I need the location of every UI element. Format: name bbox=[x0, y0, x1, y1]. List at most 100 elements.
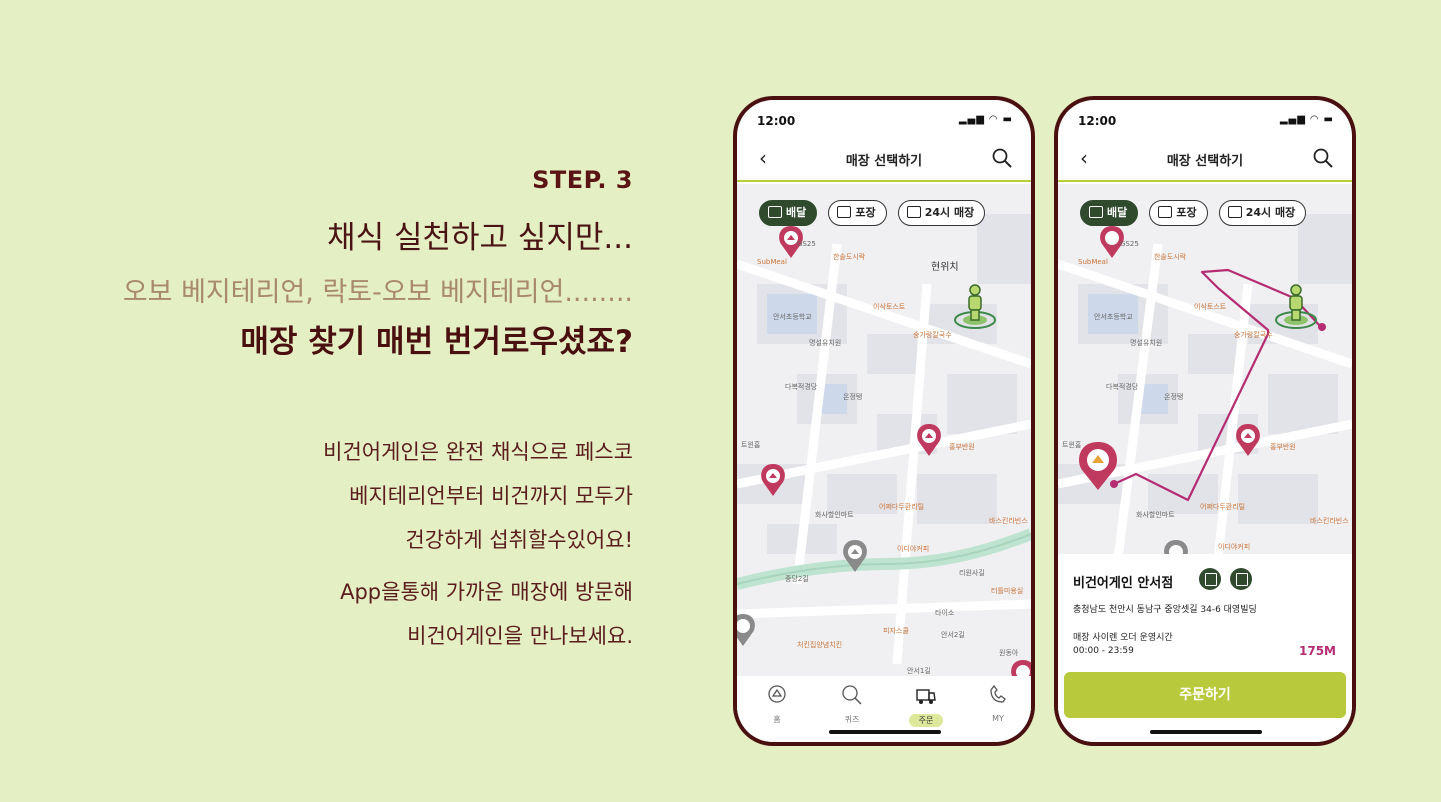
order-button[interactable]: 주문하기 bbox=[1064, 672, 1346, 718]
description-line: 베지테리언부터 비건까지 모두가 bbox=[349, 484, 633, 508]
chip-label: 포장 bbox=[1176, 206, 1197, 219]
store-distance: 175M bbox=[1299, 644, 1336, 658]
phone-screen: 12:00 ▂▄▆ ◠ ▬ ‹ 매장 선택하기 SubMeal 한솥도시락 GS… bbox=[1058, 100, 1352, 742]
map-label: 이삭토스트 bbox=[1194, 303, 1227, 311]
map-label: 이디야커피 bbox=[1218, 543, 1251, 551]
order-icon bbox=[916, 689, 936, 704]
chip-label: 포장 bbox=[855, 206, 876, 219]
tab-label: 주문 bbox=[909, 714, 943, 727]
map-label: 명설유치원 bbox=[809, 339, 842, 347]
map-label: 다복적경당 bbox=[1106, 383, 1139, 391]
tab-home[interactable]: 홈 bbox=[752, 684, 802, 725]
map-label: SubMeal bbox=[757, 258, 787, 266]
map-label: GS25 bbox=[1120, 240, 1139, 248]
takeout-bag-icon bbox=[1199, 568, 1221, 590]
home-indicator bbox=[1150, 730, 1262, 734]
chip-takeout[interactable]: 포장 bbox=[1149, 200, 1208, 226]
emphasis-headline: 매장 찾기 매번 번거로우셨죠? bbox=[240, 324, 633, 360]
cta-line: 비건어게인을 만나보세요. bbox=[407, 624, 633, 648]
quiz-icon bbox=[842, 685, 862, 705]
chip-label: 배달 bbox=[1107, 206, 1128, 219]
subheadline: 오보 베지테리언, 락토-오보 베지테리언........ bbox=[122, 277, 633, 308]
status-time: 12:00 bbox=[757, 114, 796, 128]
phone-screen: 12:00 ▂▄▆ ◠ ▬ ‹ 매장 선택하기 SubMeal 한솥도시락 GS… bbox=[737, 100, 1031, 742]
map-label: 현위치 bbox=[931, 262, 959, 273]
description-line: 건강하게 섭취할수있어요! bbox=[405, 528, 633, 552]
map-label: 안서2길 bbox=[941, 631, 965, 639]
chip-delivery[interactable]: 배달 bbox=[1080, 200, 1139, 226]
map-label: 다복적경당 bbox=[785, 383, 818, 391]
map-label: 숭가랑칼국수 bbox=[913, 331, 952, 339]
map-label: 이디야커피 bbox=[897, 545, 930, 553]
page-title: 매장 선택하기 bbox=[845, 154, 923, 169]
phone-mockup-map: 12:00 ▂▄▆ ◠ ▬ ‹ 매장 선택하기 SubMeal 한솥도시락 GS… bbox=[733, 96, 1035, 746]
map-label: 리원사길 bbox=[959, 569, 985, 577]
search-icon[interactable] bbox=[1312, 147, 1334, 169]
tab-label: 홈 bbox=[773, 715, 781, 724]
map-label: 바스킨라빈스 bbox=[989, 517, 1028, 525]
headline: 채식 실천하고 싶지만... bbox=[327, 220, 633, 256]
delivery-icon bbox=[768, 206, 782, 218]
chip-label: 24시 매장 bbox=[1245, 206, 1296, 219]
home-indicator bbox=[829, 730, 941, 734]
map-label: 피자스쿨 bbox=[883, 627, 909, 635]
tab-order[interactable]: 주문 bbox=[901, 684, 951, 727]
status-time: 12:00 bbox=[1078, 114, 1117, 128]
map-label: 안서초등학교 bbox=[1094, 313, 1133, 321]
tab-quiz[interactable]: 퀴즈 bbox=[827, 684, 877, 725]
signal-wifi-battery-icon: ▂▄▆ ◠ ▬ bbox=[958, 114, 1013, 125]
map-label: 안서초등학교 bbox=[773, 313, 812, 321]
map-label: 원동아 bbox=[999, 649, 1019, 657]
bottom-tab-bar: 홈 퀴즈 주문 MY bbox=[737, 676, 1031, 742]
map-label: GS25 bbox=[797, 240, 816, 248]
map-label: SubMeal bbox=[1078, 258, 1108, 266]
filter-chips: 배달 포장 24시 매장 bbox=[759, 200, 991, 228]
store-service-icons bbox=[1199, 568, 1256, 594]
chip-24h[interactable]: 24시 매장 bbox=[897, 200, 986, 226]
store-address: 충청남도 천안시 동남구 중앙셋길 34-6 대영빌딩 bbox=[1073, 605, 1257, 615]
chip-delivery[interactable]: 배달 bbox=[759, 200, 818, 226]
delivery-icon bbox=[1089, 206, 1103, 218]
map-label: 이삭토스트 bbox=[873, 303, 906, 311]
map-label: 숭가랑칼국수 bbox=[1234, 331, 1273, 339]
map-label: 트윈홈 bbox=[741, 441, 761, 449]
map-label: 처킨집양념치킨 bbox=[797, 641, 843, 649]
map-label: 안서1길 bbox=[907, 667, 931, 675]
tab-label: MY bbox=[992, 714, 1004, 723]
step-label: STEP. 3 bbox=[532, 166, 633, 194]
map-label: 바스킨라빈스 bbox=[1310, 517, 1349, 525]
description-paragraph: 비건어게인은 완전 채식으로 페스코 베지테리언부터 비건까지 모두가 건강하게… bbox=[323, 430, 633, 562]
map-label: 온정탱 bbox=[1164, 393, 1184, 401]
map-label: 중당2길 bbox=[785, 575, 809, 583]
map-label: 터틀미용실 bbox=[991, 587, 1024, 595]
tab-my[interactable]: MY bbox=[973, 684, 1023, 723]
map-label: 어쩌다두환리틸 bbox=[1200, 503, 1246, 511]
hours-label: 매장 사이렌 오더 운영시간 bbox=[1073, 633, 1173, 643]
chip-24h[interactable]: 24시 매장 bbox=[1218, 200, 1307, 226]
map-label: 한솥도시락 bbox=[833, 253, 866, 261]
cta-paragraph: App을통해 가까운 매장에 방문해 비건어게인을 만나보세요. bbox=[340, 570, 633, 658]
store-24h-icon bbox=[1227, 206, 1242, 218]
filter-chips: 배달 포장 24시 매장 bbox=[1080, 200, 1312, 228]
store-map[interactable]: SubMeal 한솥도시락 GS25 안서초등학교 이삭토스트 숭가랑칼국수 명… bbox=[1058, 184, 1352, 554]
store-24h-icon bbox=[906, 206, 921, 218]
hours-value: 00:00 - 23:59 bbox=[1073, 646, 1134, 656]
page-title: 매장 선택하기 bbox=[1166, 154, 1244, 169]
cta-line: App을통해 가까운 매장에 방문해 bbox=[340, 580, 633, 604]
store-map[interactable]: SubMeal 한솥도시락 GS25 현위치 안서초등학교 이삭토스트 숭가랑칼… bbox=[737, 184, 1031, 676]
search-icon[interactable] bbox=[991, 147, 1013, 169]
home-icon bbox=[768, 685, 786, 703]
bag-icon bbox=[1158, 206, 1173, 218]
store-name: 비건어게인 안서점 bbox=[1073, 576, 1174, 591]
signal-wifi-battery-icon: ▂▄▆ ◠ ▬ bbox=[1279, 114, 1334, 125]
chip-takeout[interactable]: 포장 bbox=[828, 200, 887, 226]
map-label: 어쩌다두환리틸 bbox=[879, 503, 925, 511]
my-icon bbox=[990, 684, 1006, 703]
map-label: 명설유치원 bbox=[1130, 339, 1163, 347]
map-label: 화사할인마트 bbox=[815, 511, 854, 519]
map-label: 온정탱 bbox=[843, 393, 863, 401]
map-label: 홍부반원 bbox=[1270, 443, 1296, 451]
nav-bar: ‹ 매장 선택하기 bbox=[1058, 140, 1352, 182]
status-bar: 12:00 ▂▄▆ ◠ ▬ bbox=[757, 112, 1013, 130]
tab-label: 퀴즈 bbox=[844, 715, 860, 724]
